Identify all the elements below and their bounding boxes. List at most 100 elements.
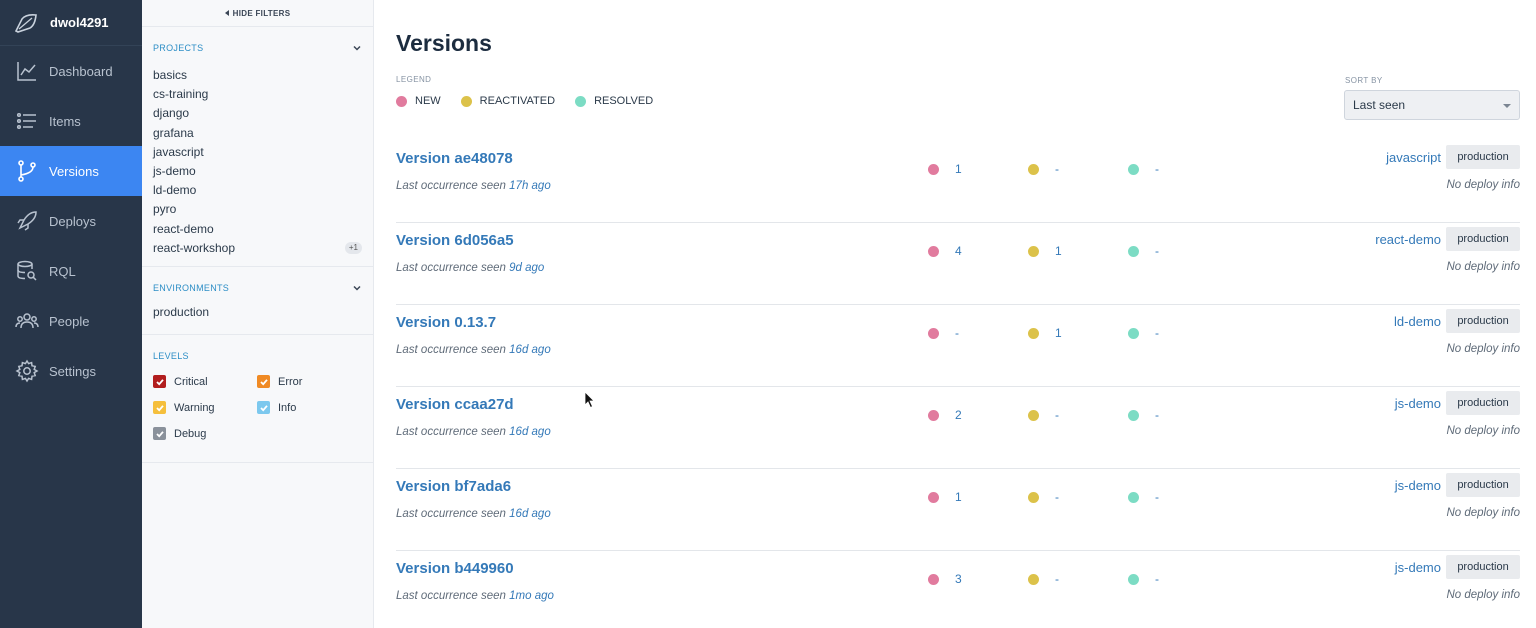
nav-item-dashboard[interactable]: Dashboard: [0, 46, 142, 96]
nav-item-people[interactable]: People: [0, 296, 142, 346]
version-link[interactable]: Version ccaa27d: [396, 396, 514, 413]
last-seen-ago[interactable]: 9d ago: [509, 262, 544, 274]
legend-new: NEW: [396, 95, 441, 107]
project-item[interactable]: basics: [153, 66, 362, 85]
project-link[interactable]: js-demo: [1395, 560, 1441, 575]
people-icon: [15, 313, 39, 329]
resolved-count: -: [1128, 162, 1159, 176]
version-link[interactable]: Version 0.13.7: [396, 314, 496, 331]
database-search-icon: [17, 260, 37, 281]
project-item[interactable]: js-demo: [153, 162, 362, 181]
resolved-dot-icon: [1128, 409, 1139, 421]
version-row: Version 0.13.7 Last occurrence seen 16d …: [396, 305, 1520, 387]
project-item[interactable]: pyro: [153, 200, 362, 219]
level-label: Warning: [174, 401, 215, 414]
resolved-dot-icon: [1128, 245, 1139, 257]
rollbar-logo-icon: [14, 13, 37, 33]
environment-tag[interactable]: production: [1446, 391, 1520, 415]
level-critical-checkbox[interactable]: Critical: [153, 375, 257, 388]
resolved-count: -: [1128, 244, 1159, 258]
chevron-down-icon[interactable]: [352, 283, 362, 293]
nav-item-settings[interactable]: Settings: [0, 346, 142, 396]
reactivated-dot-icon: [1028, 491, 1039, 503]
reactivated-dot-icon: [460, 95, 472, 107]
hide-filters-button[interactable]: HIDE FILTERS: [142, 0, 373, 27]
reactivated-dot-icon: [1028, 163, 1039, 175]
environment-tag[interactable]: production: [1446, 145, 1520, 169]
last-seen: Last occurrence seen 17h ago: [396, 180, 551, 192]
last-seen: Last occurrence seen 16d ago: [396, 426, 551, 438]
more-projects-badge[interactable]: +1: [344, 242, 362, 255]
last-seen-ago[interactable]: 17h ago: [509, 180, 551, 192]
reactivated-dot-icon: [1028, 409, 1039, 421]
project-item[interactable]: grafana: [153, 124, 362, 143]
left-nav: dwol4291 Dashboard Items Versions Deploy…: [0, 0, 142, 628]
mouse-cursor-icon: [584, 391, 595, 409]
version-link[interactable]: Version 6d056a5: [396, 232, 514, 249]
environment-tag[interactable]: production: [1446, 309, 1520, 333]
project-item[interactable]: javascript: [153, 143, 362, 162]
level-debug-checkbox[interactable]: Debug: [153, 427, 257, 440]
environment-tag[interactable]: production: [1446, 473, 1520, 497]
version-link[interactable]: Version ae48078: [396, 150, 513, 167]
levels-filter-title: LEVELS: [153, 351, 189, 361]
account-name: dwol4291: [50, 15, 109, 30]
level-error-checkbox[interactable]: Error: [257, 375, 357, 388]
project-item[interactable]: django: [153, 104, 362, 123]
reactivated-count: -: [1028, 572, 1059, 586]
project-link[interactable]: javascript: [1386, 150, 1441, 165]
reactivated-dot-icon: [1028, 327, 1039, 339]
sort-by-select[interactable]: Last seen: [1344, 90, 1520, 120]
project-link[interactable]: ld-demo: [1394, 314, 1441, 329]
last-seen-ago[interactable]: 16d ago: [509, 344, 551, 356]
resolved-dot-icon: [1128, 491, 1139, 503]
last-seen-ago[interactable]: 16d ago: [509, 508, 551, 520]
chevron-down-icon[interactable]: [352, 43, 362, 53]
environment-tag[interactable]: production: [1446, 555, 1520, 579]
resolved-dot-icon: [1128, 327, 1139, 339]
project-link[interactable]: react-demo: [1375, 232, 1441, 247]
project-item[interactable]: cs-training: [153, 85, 362, 104]
project-link[interactable]: js-demo: [1395, 478, 1441, 493]
version-link[interactable]: Version b449960: [396, 560, 514, 577]
new-dot-icon: [928, 491, 939, 503]
nav-item-label: RQL: [49, 263, 76, 279]
environment-tag[interactable]: production: [1446, 227, 1520, 251]
resolved-dot-icon: [1128, 573, 1139, 585]
reactivated-count: -: [1028, 490, 1059, 504]
project-item[interactable]: react-workshop +1: [153, 239, 362, 258]
level-warning-checkbox[interactable]: Warning: [153, 401, 257, 414]
account-switcher[interactable]: dwol4291: [0, 0, 142, 46]
new-count: 2: [928, 408, 962, 422]
version-link[interactable]: Version bf7ada6: [396, 478, 511, 495]
nav-item-deploys[interactable]: Deploys: [0, 196, 142, 246]
version-row: Version b449960 Last occurrence seen 1mo…: [396, 551, 1520, 628]
nav-item-rql[interactable]: RQL: [0, 246, 142, 296]
levels-filter-header: LEVELS: [153, 351, 362, 361]
nav-item-items[interactable]: Items: [0, 96, 142, 146]
legend-reactivated: REACTIVATED: [460, 95, 555, 107]
check-icon: [257, 401, 270, 414]
rocket-icon: [17, 211, 37, 231]
deploy-info: No deploy info: [1446, 343, 1520, 355]
environments-filter-header[interactable]: ENVIRONMENTS: [153, 283, 362, 293]
nav-item-versions[interactable]: Versions: [0, 146, 142, 196]
environments-filter: ENVIRONMENTS production: [142, 267, 373, 335]
deploy-info: No deploy info: [1446, 507, 1520, 519]
last-seen-ago[interactable]: 1mo ago: [509, 590, 554, 602]
chart-line-icon: [17, 62, 36, 81]
project-item[interactable]: ld-demo: [153, 181, 362, 200]
levels-filter: LEVELS Critical Error Warning Info Debug: [142, 335, 373, 463]
last-seen: Last occurrence seen 9d ago: [396, 262, 545, 274]
project-item[interactable]: react-demo: [153, 220, 362, 239]
resolved-count: -: [1128, 326, 1159, 340]
new-dot-icon: [928, 327, 939, 339]
level-info-checkbox[interactable]: Info: [257, 401, 357, 414]
environments-filter-title: ENVIRONMENTS: [153, 283, 230, 293]
last-seen-ago[interactable]: 16d ago: [509, 426, 551, 438]
hide-filters-label: HIDE FILTERS: [232, 8, 291, 18]
projects-filter-header[interactable]: PROJECTS: [153, 43, 362, 53]
environment-item[interactable]: production: [153, 303, 362, 322]
project-link[interactable]: js-demo: [1395, 396, 1441, 411]
caret-left-icon: [224, 10, 229, 16]
